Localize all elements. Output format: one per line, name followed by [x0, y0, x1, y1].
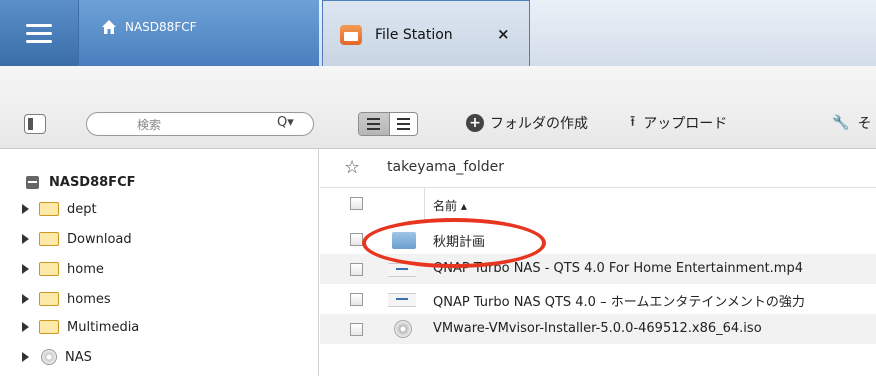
tab-home-label: NASD88FCF	[125, 20, 197, 34]
tab-home[interactable]: NASD88FCF	[78, 0, 319, 66]
folder-icon	[39, 202, 59, 216]
row-checkbox[interactable]	[350, 233, 363, 246]
tree-root-label: NASD88FCF	[49, 175, 136, 190]
tree-item-label: dept	[67, 201, 97, 217]
row-checkbox[interactable]	[350, 293, 363, 306]
expand-arrow-icon[interactable]	[22, 294, 29, 304]
tree-item-dept[interactable]: dept	[22, 199, 97, 219]
main-menu-button[interactable]	[0, 0, 78, 66]
tree-item-label: home	[67, 261, 104, 277]
folder-tree: NASD88FCF dept Download home homes Multi…	[0, 149, 319, 376]
tab-file-station[interactable]: File Station ×	[322, 0, 530, 66]
tree-item-label: NAS	[65, 349, 92, 365]
search-placeholder: 検索	[137, 118, 162, 132]
file-row[interactable]: QNAP Turbo NAS QTS 4.0 – ホームエンタテインメントの強力	[320, 284, 876, 314]
tools-label: そ	[857, 116, 872, 132]
expand-arrow-icon[interactable]	[22, 264, 29, 274]
view-list-button[interactable]	[389, 113, 417, 135]
tree-item-home[interactable]: home	[22, 259, 104, 279]
tree-item-label: Multimedia	[67, 319, 140, 335]
menu-icon	[26, 40, 52, 43]
file-row[interactable]: VMware-VMvisor-Installer-5.0.0-469512.x8…	[320, 314, 876, 344]
select-all-checkbox[interactable]	[350, 197, 363, 210]
tree-item-nas[interactable]: NAS	[22, 347, 92, 367]
menu-icon	[26, 32, 52, 35]
close-icon[interactable]: ×	[497, 25, 510, 43]
upload-icon: ⭱	[630, 111, 636, 130]
create-folder-label: フォルダの作成	[490, 116, 588, 132]
column-divider	[424, 188, 425, 220]
row-checkbox[interactable]	[350, 323, 363, 336]
expand-arrow-icon[interactable]	[22, 322, 29, 332]
tree-item-multimedia[interactable]: Multimedia	[22, 317, 139, 337]
home-icon	[102, 20, 116, 34]
create-folder-button[interactable]: + フォルダの作成	[466, 110, 588, 136]
tree-root-nas[interactable]: NASD88FCF	[26, 175, 136, 190]
menu-icon	[26, 24, 52, 27]
view-thumbnail-button[interactable]	[359, 113, 390, 135]
toolbar: 検索 Q▾ + フォルダの作成 ⭱ アップロード 🔧 そ	[0, 66, 876, 149]
column-header-name[interactable]: 名前 ▴	[433, 197, 467, 214]
tab-file-station-label: File Station	[375, 27, 453, 43]
current-folder-label: takeyama_folder	[387, 159, 505, 175]
folder-icon	[39, 292, 59, 306]
view-mode-group	[358, 112, 418, 136]
folder-icon	[39, 232, 59, 246]
list-view-icon	[367, 118, 380, 133]
tree-item-label: Download	[67, 231, 132, 247]
add-icon: +	[466, 114, 484, 132]
star-icon[interactable]: ☆	[344, 157, 360, 178]
upload-label: アップロード	[643, 116, 728, 132]
tree-item-homes[interactable]: homes	[22, 289, 111, 309]
folder-icon	[39, 262, 59, 276]
highlight-annotation	[362, 218, 546, 268]
file-station-icon	[340, 25, 362, 45]
wrench-icon: 🔧	[832, 115, 850, 131]
tree-item-label: homes	[67, 291, 111, 307]
file-name: VMware-VMvisor-Installer-5.0.0-469512.x8…	[433, 321, 762, 336]
disc-icon	[41, 349, 57, 365]
tools-button[interactable]: 🔧 そ	[832, 110, 871, 136]
upload-button[interactable]: ⭱ アップロード	[630, 110, 727, 136]
video-icon	[388, 293, 416, 307]
path-bar: ☆ takeyama_folder	[320, 149, 876, 188]
detail-list-icon	[397, 118, 410, 133]
nas-icon	[26, 176, 39, 189]
search-input[interactable]: 検索 Q▾	[86, 112, 314, 136]
expand-arrow-icon[interactable]	[22, 352, 29, 362]
file-list-header: 名前 ▴	[320, 188, 876, 220]
expand-arrow-icon[interactable]	[22, 204, 29, 214]
row-checkbox[interactable]	[350, 263, 363, 276]
expand-arrow-icon[interactable]	[22, 234, 29, 244]
folder-icon	[39, 320, 59, 334]
search-icon[interactable]: Q▾	[277, 115, 294, 130]
file-name: QNAP Turbo NAS QTS 4.0 – ホームエンタテインメントの強力	[433, 295, 805, 310]
disc-icon	[394, 320, 412, 338]
tree-item-download[interactable]: Download	[22, 229, 132, 249]
sidebar-toggle-button[interactable]	[24, 114, 46, 134]
